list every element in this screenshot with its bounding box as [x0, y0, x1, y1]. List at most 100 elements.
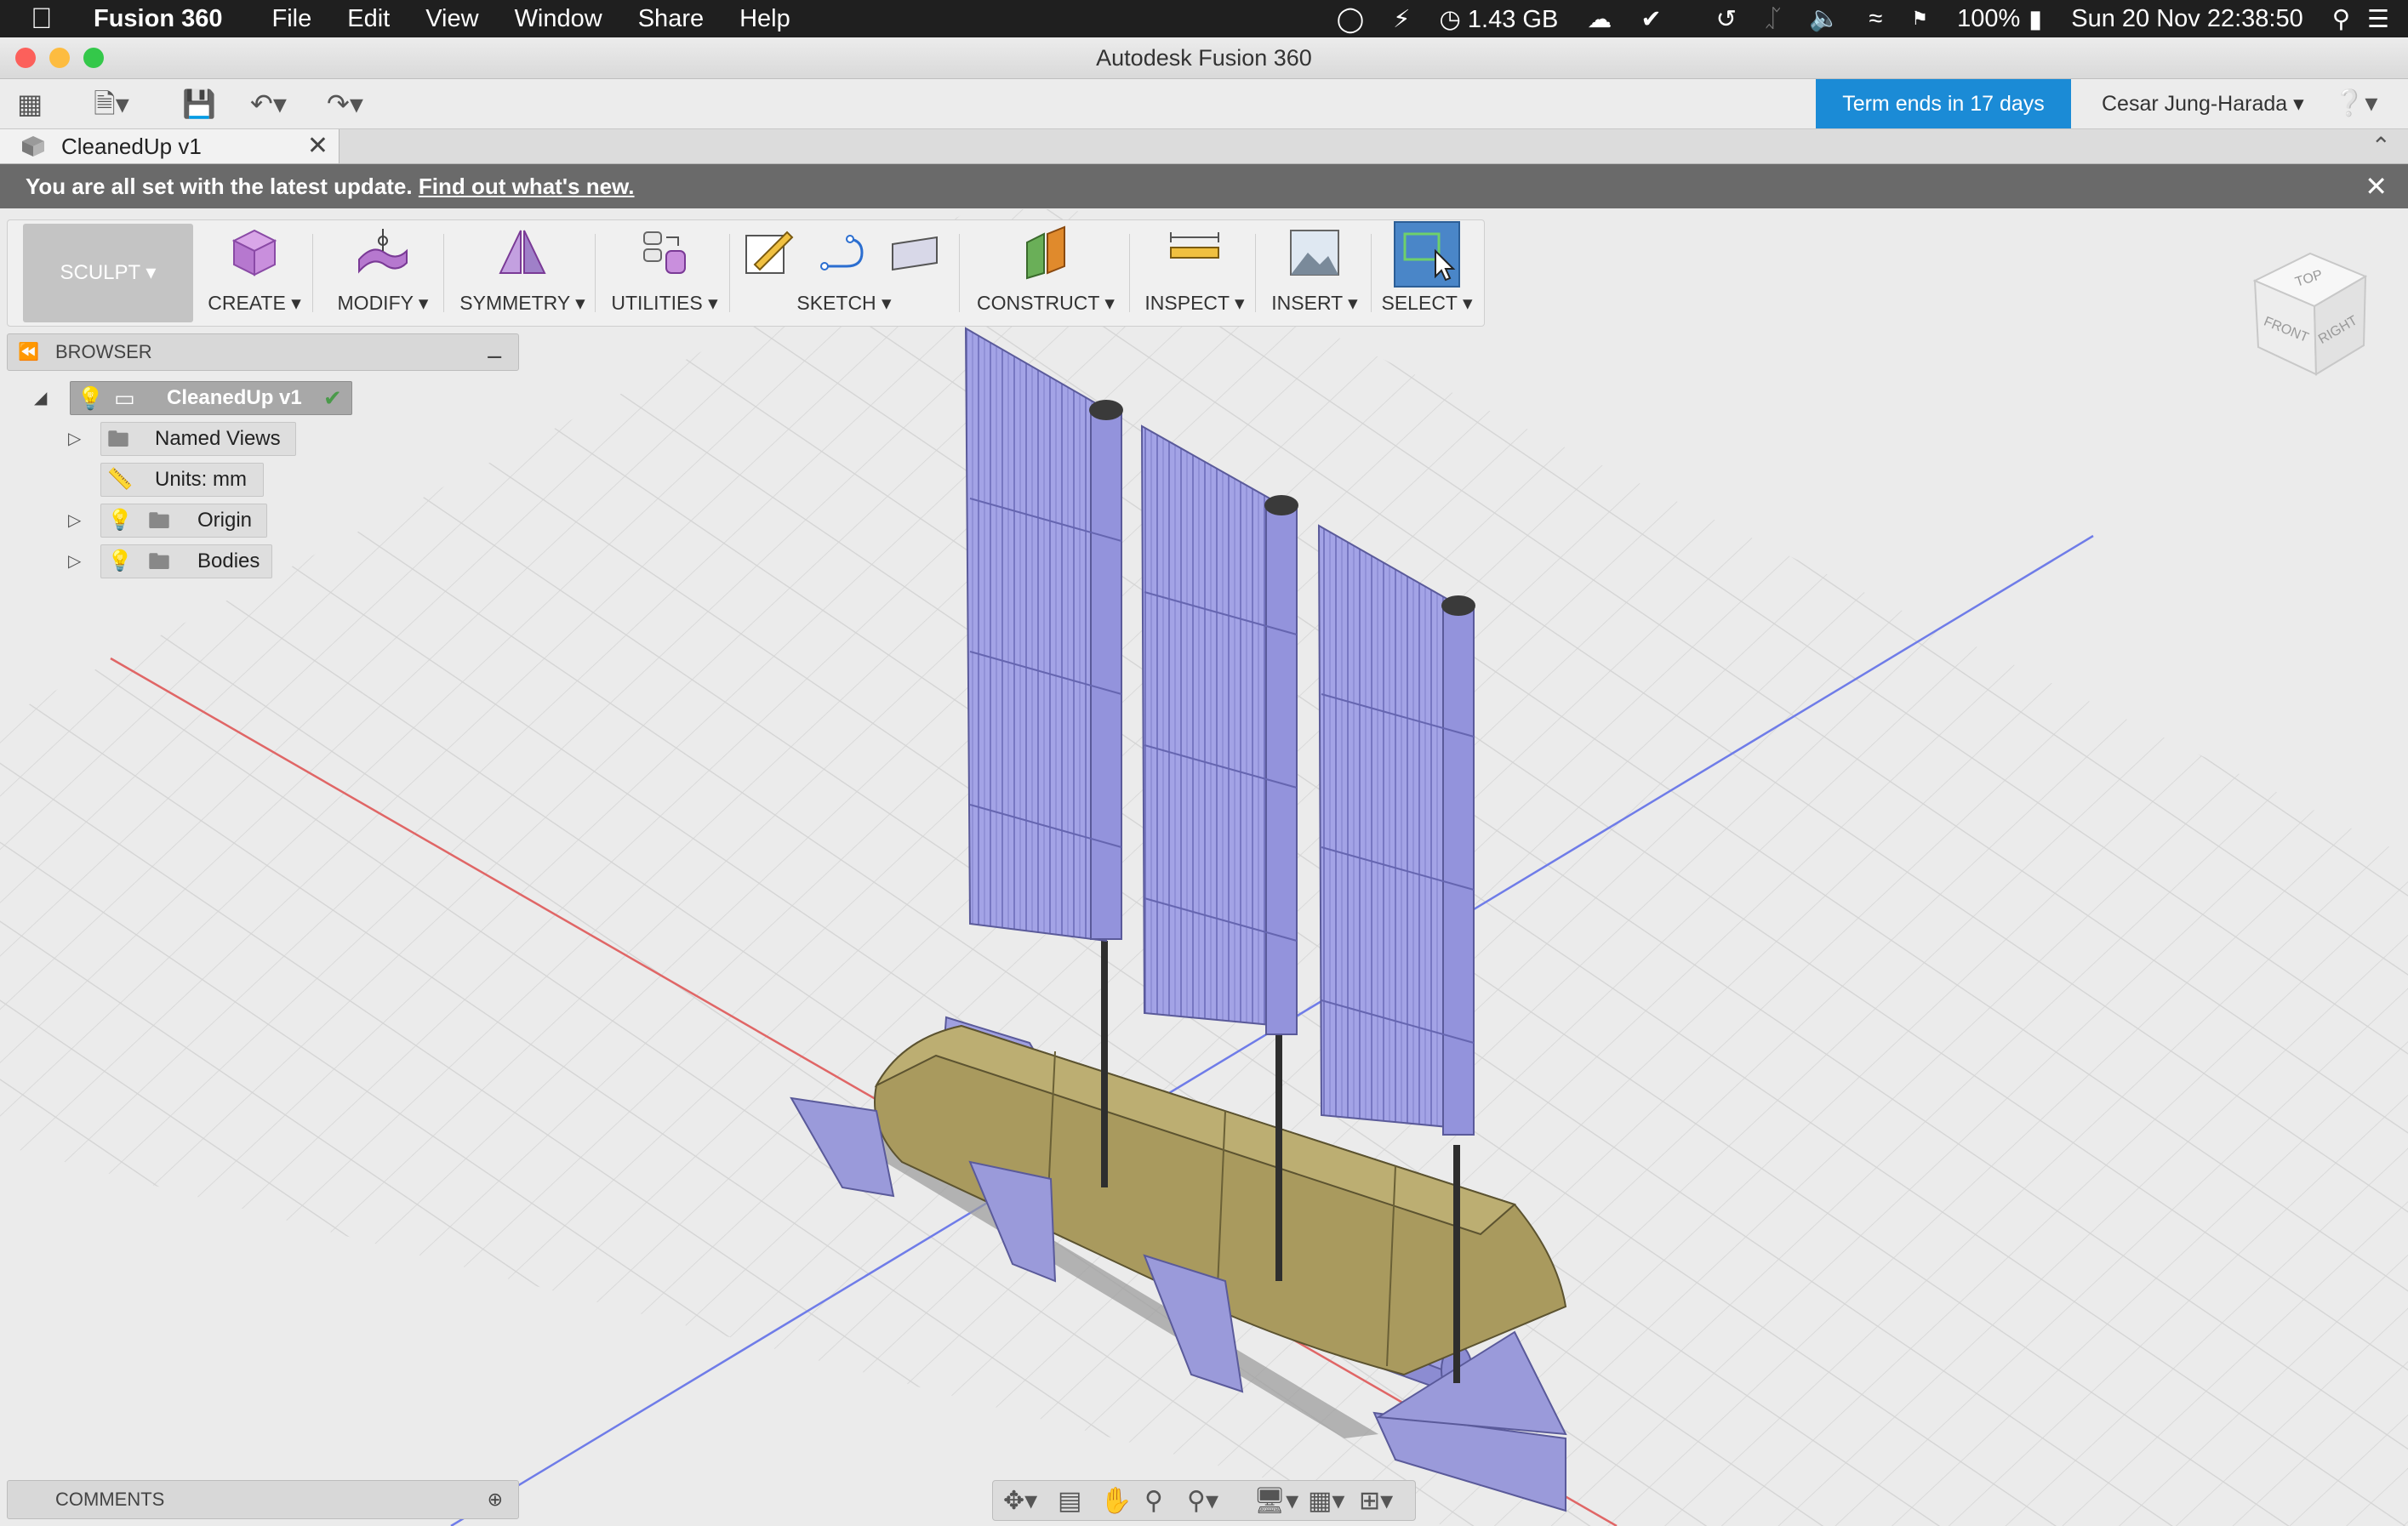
utilities-group[interactable]: UTILITIES ▾	[605, 225, 724, 321]
display-settings-icon[interactable]: 🖥▾	[1253, 1486, 1298, 1516]
lightbulb-icon[interactable]: 💡	[107, 504, 133, 538]
ruler-icon: 📏	[107, 468, 133, 491]
symmetry-label: SYMMETRY	[459, 292, 570, 314]
pan-hand-icon[interactable]: ✋	[1100, 1486, 1132, 1516]
battery-percent[interactable]: 100%	[1957, 5, 2020, 33]
named-views-label: Named Views	[155, 427, 281, 450]
menu-edit[interactable]: Edit	[347, 5, 390, 33]
user-name: Cesar Jung-Harada	[2102, 92, 2288, 116]
mac-menubar:  Fusion 360 File Edit View Window Share…	[0, 0, 2408, 37]
component-icon	[22, 136, 44, 157]
look-at-icon[interactable]: ▤	[1058, 1486, 1081, 1516]
undo-icon[interactable]: ↶▾	[250, 88, 287, 120]
collapse-browser-icon[interactable]: ⏪	[18, 334, 39, 370]
construct-group[interactable]: CONSTRUCT ▾	[969, 225, 1122, 321]
create-box-icon	[231, 229, 277, 276]
symmetry-group[interactable]: SYMMETRY ▾	[454, 225, 591, 321]
close-notification-icon[interactable]: ✕	[2365, 164, 2388, 208]
comments-panel-header[interactable]: COMMENTS ⊕	[7, 1480, 519, 1519]
checkmark-circle-icon[interactable]: ✔	[1641, 4, 1661, 34]
menu-app-name[interactable]: Fusion 360	[94, 5, 223, 33]
add-comment-icon[interactable]: ⊕	[488, 1481, 503, 1518]
battery-icon[interactable]: ▮	[2029, 4, 2042, 34]
workspace-switcher[interactable]: SCULPT ▾	[23, 224, 193, 322]
modify-group[interactable]: MODIFY ▾	[326, 225, 440, 321]
whats-new-link[interactable]: Find out what's new.	[419, 174, 635, 199]
tree-item-bodies[interactable]: ▷ 💡 🖿 Bodies	[68, 544, 340, 578]
expand-named-views-icon[interactable]: ▷	[68, 422, 81, 456]
memory-indicator[interactable]: ◷ 1.43 GB	[1440, 4, 1559, 34]
expand-origin-icon[interactable]: ▷	[68, 504, 81, 538]
help-icon[interactable]: ❔▾	[2333, 79, 2377, 128]
menu-help[interactable]: Help	[739, 5, 790, 33]
term-notice-button[interactable]: Term ends in 17 days	[1816, 79, 2071, 128]
volume-icon[interactable]: 🔈	[1809, 4, 1840, 33]
search-icon[interactable]: ⚲	[2332, 4, 2350, 34]
memory-value: 1.43 GB	[1467, 5, 1559, 33]
root-label: CleanedUp v1	[167, 386, 302, 409]
grid-settings-icon[interactable]: ▦▾	[1308, 1486, 1344, 1516]
lightbulb-icon[interactable]: 💡	[77, 381, 104, 415]
menu-view[interactable]: View	[425, 5, 478, 33]
view-cube[interactable]: TOP FRONT RIGHT	[2238, 238, 2382, 383]
file-menu-icon[interactable]: 🗎▾	[94, 88, 129, 120]
collapse-chevron-icon[interactable]: ⌃	[2371, 129, 2391, 163]
clock[interactable]: Sun 20 Nov 22:38:50	[2071, 5, 2302, 33]
navigation-bar: ✥▾ ▤ ✋ ⚲ ⚲▾ 🖥▾ ▦▾ ⊞▾	[992, 1480, 1416, 1521]
construct-plane-icon	[1026, 225, 1065, 280]
flag-icon[interactable]: ⚑	[1911, 8, 1928, 30]
notification-message: You are all set with the latest update. …	[26, 164, 635, 208]
save-icon[interactable]: 💾	[182, 88, 216, 120]
ribbon-divider	[312, 234, 313, 312]
wifi-icon[interactable]: ≈	[1869, 5, 1882, 33]
fit-zoom-icon[interactable]: ⚲▾	[1187, 1486, 1218, 1516]
insert-group[interactable]: INSERT ▾	[1264, 225, 1366, 321]
viewports-icon[interactable]: ⊞▾	[1359, 1486, 1393, 1516]
tree-root[interactable]: ◢ 💡 ▭ CleanedUp v1 ✔	[34, 381, 374, 415]
apple-icon[interactable]: 	[31, 3, 68, 36]
select-group[interactable]: SELECT ▾	[1376, 221, 1478, 321]
create-group[interactable]: CREATE ▾	[202, 225, 307, 321]
ribbon-divider	[1255, 234, 1256, 312]
orbit-icon[interactable]: ✥▾	[1003, 1486, 1037, 1516]
browser-panel-header[interactable]: ⏪ BROWSER ⚊	[7, 333, 519, 371]
document-tab[interactable]: CleanedUp v1 ✕	[0, 129, 340, 163]
sketch-line-icon	[820, 235, 864, 270]
menu-window[interactable]: Window	[515, 5, 602, 33]
close-window-button[interactable]	[15, 48, 36, 68]
redo-icon[interactable]: ↷▾	[327, 88, 363, 120]
comments-title: COMMENTS	[55, 1489, 165, 1510]
minimize-window-button[interactable]	[49, 48, 70, 68]
tree-item-named-views[interactable]: ▷ 🖿 Named Views	[68, 422, 340, 456]
menu-file[interactable]: File	[272, 5, 312, 33]
time-machine-icon[interactable]: ↺	[1716, 4, 1737, 34]
active-check-icon[interactable]: ✔	[323, 381, 342, 415]
cloud-icon[interactable]: ☁	[1587, 4, 1612, 34]
lightbulb-icon[interactable]: 💡	[107, 544, 133, 578]
menu-share[interactable]: Share	[638, 5, 704, 33]
utilities-icon	[643, 231, 686, 274]
browser-minimize-icon[interactable]: ⚊	[486, 334, 503, 370]
zoom-window-button[interactable]	[83, 48, 104, 68]
expand-bodies-icon[interactable]: ▷	[68, 544, 81, 578]
app-toolbar: ▦ 🗎▾ 💾 ↶▾ ↷▾ Term ends in 17 days Cesar …	[0, 79, 2408, 129]
bluetooth-icon[interactable]: ᛢ	[1766, 5, 1780, 33]
expand-root-icon[interactable]: ◢	[34, 381, 47, 415]
ribbon-divider	[959, 234, 960, 312]
modify-surface-icon	[358, 229, 408, 274]
zoom-icon[interactable]: ⚲	[1144, 1486, 1163, 1516]
ribbon-divider	[1129, 234, 1130, 312]
tree-item-origin[interactable]: ▷ 💡 🖿 Origin	[68, 504, 340, 538]
workspace-label: SCULPT	[60, 261, 140, 284]
window-titlebar: Autodesk Fusion 360	[0, 37, 2408, 79]
sail-middle	[1140, 424, 1298, 1035]
lightning-icon[interactable]: ⚡	[1393, 4, 1410, 34]
notification-center-icon[interactable]: ☰	[2367, 4, 2389, 34]
sketch-group[interactable]: SKETCH ▾	[738, 225, 950, 321]
creative-cloud-icon[interactable]: ◯	[1337, 4, 1364, 34]
inspect-group[interactable]: INSPECT ▾	[1139, 225, 1250, 321]
tree-item-units[interactable]: 📏 Units: mm	[68, 463, 340, 497]
close-tab-icon[interactable]: ✕	[307, 129, 328, 163]
user-menu[interactable]: Cesar Jung-Harada ▾	[2102, 79, 2304, 128]
data-panel-grid-icon[interactable]: ▦	[17, 88, 43, 120]
